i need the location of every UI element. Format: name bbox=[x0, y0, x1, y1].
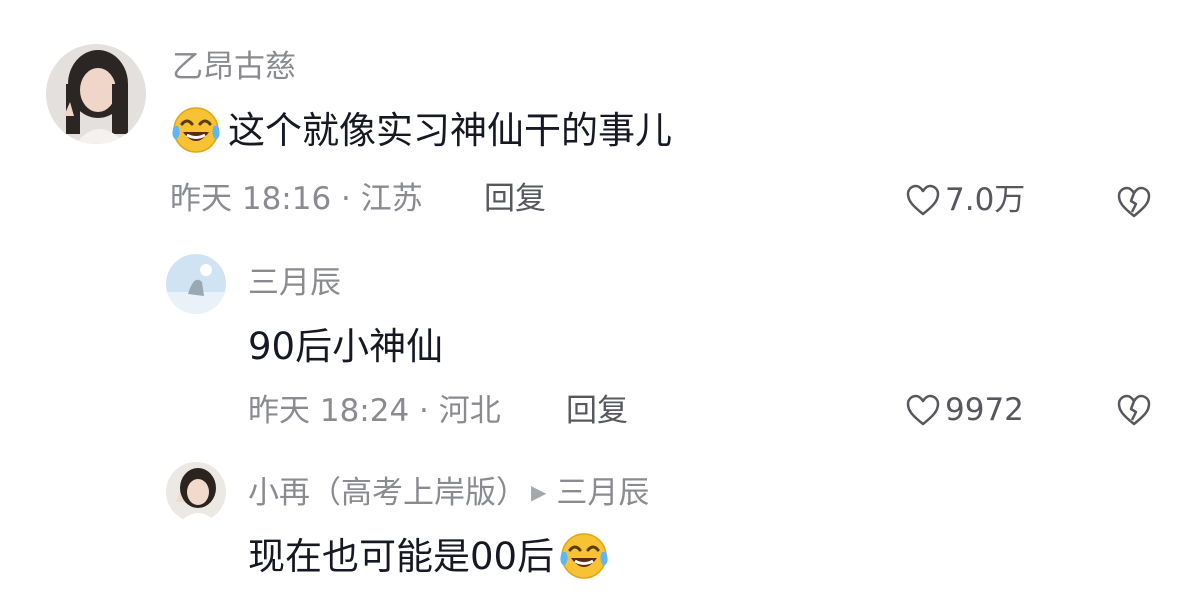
dislike-button[interactable] bbox=[1115, 184, 1153, 220]
reply-author[interactable]: 小再（高考上岸版） bbox=[248, 475, 527, 511]
heart-outline-icon bbox=[906, 184, 940, 216]
avatar[interactable] bbox=[166, 462, 226, 522]
comment-meta: 昨天 18:16 · 江苏 bbox=[170, 181, 423, 217]
comment-text: 90后小神仙 bbox=[248, 328, 443, 365]
reply-arrow-icon: ▶ bbox=[531, 480, 547, 504]
like-count: 7.0万 bbox=[945, 181, 1026, 218]
laughing-tears-emoji-icon bbox=[170, 104, 222, 156]
like-count: 9972 bbox=[945, 391, 1024, 428]
comment-text-body: 这个就像实习神仙干的事儿 bbox=[228, 108, 672, 152]
username[interactable]: 小再（高考上岸版） ▶ 三月辰 bbox=[248, 478, 649, 509]
dislike-button[interactable] bbox=[1115, 392, 1153, 428]
avatar[interactable] bbox=[46, 44, 146, 144]
laughing-tears-emoji-icon bbox=[558, 530, 610, 582]
comment-text: 现在也可能是00后 bbox=[248, 530, 610, 582]
reply-button[interactable]: 回复 bbox=[484, 184, 546, 215]
username[interactable]: 乙昂古慈 bbox=[172, 52, 296, 83]
like-button[interactable]: 9972 bbox=[905, 393, 1024, 427]
reply-target[interactable]: 三月辰 bbox=[556, 475, 649, 511]
comment-text: 这个就像实习神仙干的事儿 bbox=[170, 104, 672, 156]
heart-outline-icon bbox=[906, 394, 940, 426]
reply-button[interactable]: 回复 bbox=[566, 396, 628, 427]
username[interactable]: 三月辰 bbox=[248, 268, 341, 299]
broken-heart-icon bbox=[1117, 186, 1151, 218]
comment-text-body: 现在也可能是00后 bbox=[248, 534, 555, 578]
like-button[interactable]: 7.0万 bbox=[905, 183, 1025, 217]
comment-text-body: 90后小神仙 bbox=[248, 325, 444, 368]
comment-meta: 昨天 18:24 · 河北 bbox=[248, 393, 501, 429]
broken-heart-icon bbox=[1117, 394, 1151, 426]
avatar[interactable] bbox=[166, 254, 226, 314]
